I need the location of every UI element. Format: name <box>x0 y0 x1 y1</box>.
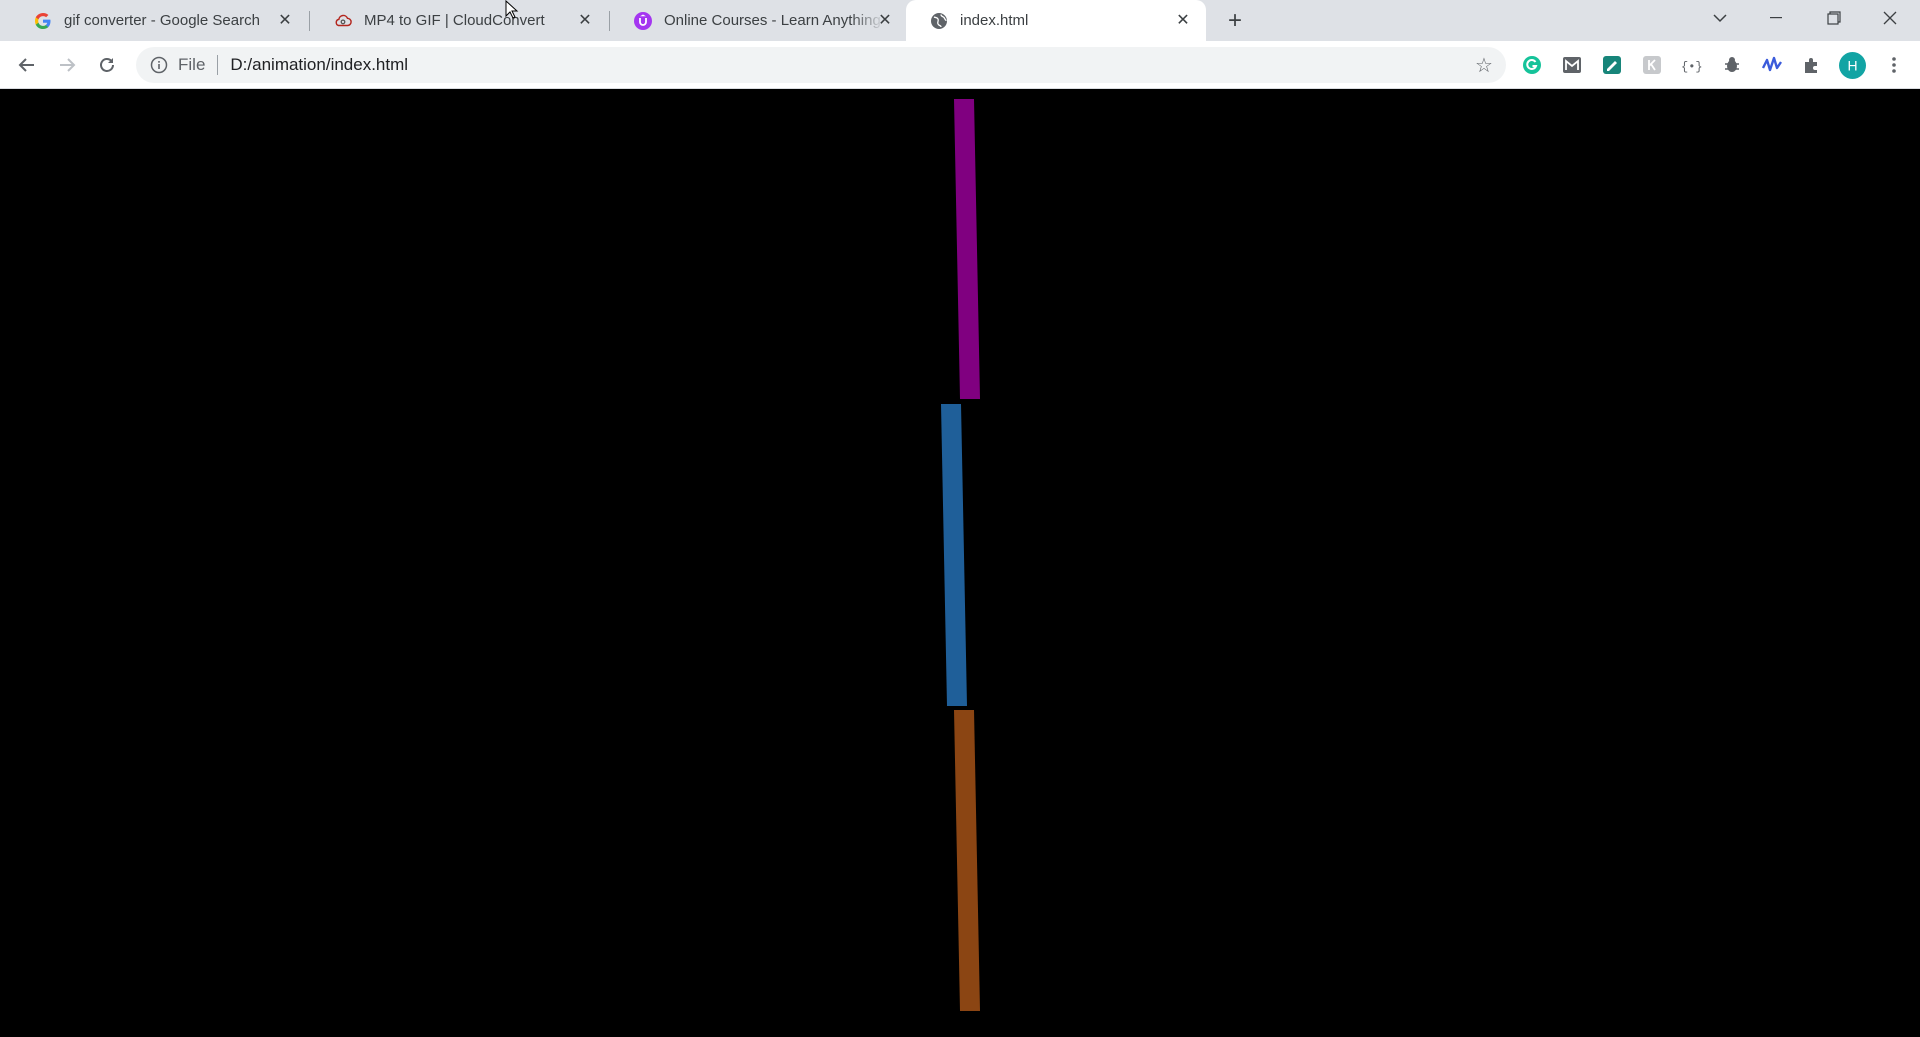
extensions-puzzle-icon[interactable] <box>1801 54 1823 76</box>
bookmark-star-icon[interactable]: ☆ <box>1474 55 1494 77</box>
tab-google-search[interactable]: gif converter - Google Search ✕ <box>10 0 308 41</box>
json-formatter-icon[interactable]: {•} <box>1681 54 1703 76</box>
tab-title: index.html <box>960 12 1029 29</box>
google-g-icon <box>34 12 52 30</box>
tab-search-chevron-icon[interactable] <box>1692 0 1748 36</box>
tab-title: Online Courses - Learn Anything <box>664 12 881 29</box>
close-icon[interactable]: ✕ <box>1174 11 1192 29</box>
tab-strip: gif converter - Google Search ✕ MP4 to G… <box>0 0 1920 41</box>
url-text[interactable]: D:/animation/index.html <box>230 55 408 75</box>
k-extension-icon[interactable] <box>1641 54 1663 76</box>
grammarly-icon[interactable] <box>1521 54 1543 76</box>
tab-title: gif converter - Google Search <box>64 12 260 29</box>
tab-index-html[interactable]: index.html ✕ <box>906 0 1206 41</box>
gmail-extension-icon[interactable] <box>1561 54 1583 76</box>
globe-icon <box>930 12 948 30</box>
restore-icon[interactable] <box>1806 0 1862 36</box>
close-window-icon[interactable] <box>1862 0 1918 36</box>
animation-canvas <box>941 99 980 1011</box>
new-tab-icon[interactable]: + <box>1222 7 1248 34</box>
browser-toolbar: File D:/animation/index.html ☆ {•} H <box>0 41 1920 89</box>
udemy-icon <box>634 11 652 30</box>
close-icon[interactable]: ✕ <box>576 11 594 29</box>
forward-arrow-icon[interactable] <box>52 50 82 80</box>
profile-avatar[interactable]: H <box>1839 52 1866 79</box>
minimize-icon[interactable] <box>1748 0 1804 36</box>
omnibox-separator <box>217 55 219 75</box>
cloud-icon <box>334 12 352 30</box>
info-icon[interactable] <box>150 56 168 74</box>
pencil-extension-icon[interactable] <box>1601 54 1623 76</box>
blue-bar <box>941 404 967 706</box>
svg-text:{•}: {•} <box>1681 60 1703 74</box>
close-icon[interactable]: ✕ <box>276 11 294 29</box>
bug-extension-icon[interactable] <box>1721 54 1743 76</box>
reload-icon[interactable] <box>92 50 122 80</box>
menu-kebab-icon[interactable] <box>1883 54 1905 76</box>
profile-initial: H <box>1847 58 1857 74</box>
scheme-label: File <box>178 55 206 74</box>
back-arrow-icon[interactable] <box>12 50 42 80</box>
tab-udemy[interactable]: Online Courses - Learn Anything ✕ <box>610 0 908 41</box>
orange-bar <box>954 710 980 1011</box>
mouse-cursor-icon <box>505 0 519 19</box>
tab-title: MP4 to GIF | CloudConvert <box>364 12 545 29</box>
wave-extension-icon[interactable] <box>1761 54 1783 76</box>
address-bar[interactable]: File D:/animation/index.html ☆ <box>136 47 1506 83</box>
close-icon[interactable]: ✕ <box>876 11 894 29</box>
page-content <box>0 89 1920 1032</box>
tab-cloudconvert[interactable]: MP4 to GIF | CloudConvert ✕ <box>310 0 608 41</box>
magenta-bar <box>954 99 980 399</box>
